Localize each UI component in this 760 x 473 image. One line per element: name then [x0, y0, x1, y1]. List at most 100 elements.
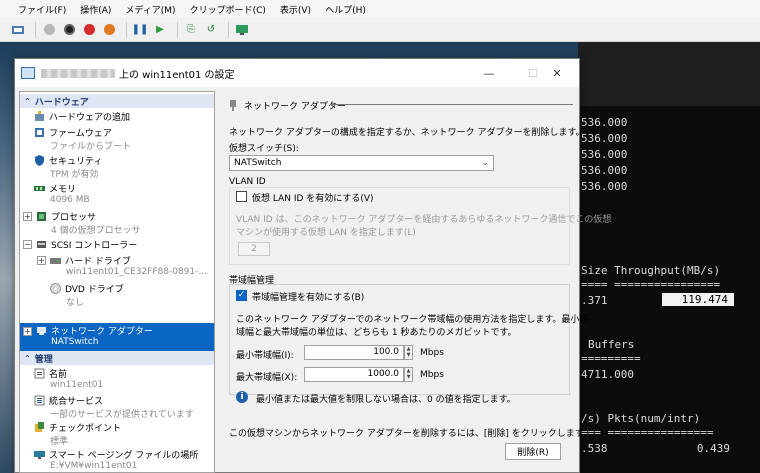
tree-item-subtext: 4 個の仮想プロセッサ — [51, 226, 141, 236]
tree-item-label: SCSI コントローラー — [51, 241, 138, 251]
tree-section-management[interactable]: ⌃ 管理 — [20, 351, 214, 365]
tree-item-subtext: win11ent01 — [50, 380, 104, 390]
min-bandwidth-spinner[interactable]: ▲ ▼ — [404, 345, 413, 360]
toolbar-separator — [35, 21, 36, 38]
terminal-line: .538 — [581, 442, 608, 455]
terminal-line: 536.000 — [581, 164, 628, 177]
tree-item-subtext: NATSwitch — [51, 337, 99, 347]
terminal-window: 536.000 536.000 536.000 536.000 536.000 … — [578, 42, 760, 473]
save-state-icon[interactable] — [101, 22, 117, 38]
turn-off-icon[interactable] — [61, 22, 77, 38]
checkpoint-toolbar-icon[interactable]: ⎘ — [183, 22, 199, 38]
vlan-checkbox[interactable] — [236, 191, 247, 202]
ctrl-alt-del-icon[interactable] — [10, 22, 26, 38]
tree-item-subtext: なし — [66, 298, 85, 308]
settings-tree[interactable]: ⌃ ハードウェア ハードウェアの追加 ファームウェア ファイルからブート セキュリ… — [19, 91, 215, 473]
bandwidth-checkbox-label[interactable]: 帯域幅管理を有効にする(B) — [252, 290, 364, 303]
terminal-line: 536.000 — [581, 180, 628, 193]
tree-item-network-adapter[interactable]: ネットワーク アダプター — [36, 324, 153, 337]
terminal-line: Buffers — [588, 338, 635, 351]
tree-item-integration[interactable]: 統合サービス — [34, 394, 103, 407]
terminal-line: ========= — [581, 352, 641, 365]
tree-item-firmware[interactable]: ファームウェア — [34, 126, 112, 139]
tree-item-memory[interactable]: メモリ — [34, 182, 76, 195]
tree-item-label: スマート ページング ファイルの場所 — [49, 451, 199, 461]
menu-clipboard[interactable]: クリップボード(C) — [190, 3, 266, 16]
tree-item-label: ハード ドライブ — [65, 257, 131, 267]
terminal-line: 536.000 — [581, 132, 628, 145]
menu-help[interactable]: ヘルプ(H) — [325, 3, 366, 16]
vlan-id-input[interactable]: 2 — [238, 242, 270, 256]
tree-item-label: ハードウェアの追加 — [49, 113, 131, 123]
pause-icon[interactable]: ❚❚ — [132, 22, 149, 38]
tree-item-add-hardware[interactable]: ハードウェアの追加 — [34, 110, 130, 123]
scsi-icon — [37, 241, 46, 248]
tree-item-processor[interactable]: プロセッサ — [36, 210, 96, 223]
tree-item-subtext: TPM が有効 — [50, 170, 99, 180]
vlan-checkbox-label[interactable]: 仮想 LAN ID を有効にする(V) — [252, 191, 374, 204]
panel-title-rule — [330, 104, 573, 105]
tree-item-smart-paging[interactable]: スマート ページング ファイルの場所 — [34, 448, 198, 461]
menu-file[interactable]: ファイル(F) — [18, 3, 66, 16]
tree-item-subtext: 一部のサービスが提供されています — [50, 410, 194, 420]
section-label: 管理 — [34, 354, 53, 365]
terminal-line: ==== ================ — [581, 278, 721, 291]
tree-item-label: ファームウェア — [49, 129, 112, 139]
name-icon — [34, 368, 45, 379]
tree-section-hardware[interactable]: ⌃ ハードウェア — [20, 94, 214, 108]
menu-view[interactable]: 表示(V) — [280, 3, 311, 16]
menu-media[interactable]: メディア(M) — [125, 3, 175, 16]
tree-item-label: 統合サービス — [49, 397, 104, 407]
toolbar-separator — [126, 21, 127, 38]
panel-header: ネットワーク アダプター — [228, 99, 346, 112]
shutdown-icon[interactable] — [81, 22, 97, 38]
collapse-toggle[interactable]: − — [23, 240, 32, 249]
tree-item-hard-drive[interactable]: ハード ドライブ — [50, 254, 131, 267]
dialog-titlebar[interactable]: 上の win11ent01 の設定 — ☐ ✕ — [15, 59, 579, 87]
network-adapter-panel: ネットワーク アダプター ネットワーク アダプターの構成を指定するか、ネットワー… — [218, 91, 611, 473]
memory-icon — [34, 186, 45, 191]
revert-icon[interactable]: ↺ — [203, 22, 219, 38]
menu-action[interactable]: 操作(A) — [80, 3, 111, 16]
enhanced-session-icon[interactable] — [234, 22, 250, 38]
terminal-line: .371 — [581, 294, 608, 307]
remove-description: この仮想マシンからネットワーク アダプターを削除するには、[削除] をクリックし… — [229, 429, 592, 439]
max-bandwidth-unit: Mbps — [420, 370, 444, 380]
tree-item-security[interactable]: セキュリティ — [34, 154, 102, 167]
expand-toggle[interactable]: + — [23, 327, 32, 336]
info-icon: i — [236, 391, 248, 403]
host-toolbar: ❚❚ ▶ ⎘ ↺ — [0, 18, 760, 42]
tree-item-checkpoint[interactable]: チェックポイント — [34, 421, 121, 434]
chevron-down-icon: ⌄ — [481, 158, 489, 168]
resume-icon[interactable]: ▶ — [152, 22, 168, 38]
panel-description: ネットワーク アダプターの構成を指定するか、ネットワーク アダプターを削除します… — [229, 128, 585, 138]
terminal-line: === ================ — [581, 426, 714, 439]
bandwidth-description-line: このネットワーク アダプターでのネットワーク帯域幅の使用方法を指定します。最小帯 — [236, 315, 589, 325]
tree-item-subtext: 標準 — [50, 437, 69, 447]
minimize-button[interactable]: — — [467, 59, 511, 87]
firmware-icon — [35, 128, 44, 137]
expand-toggle[interactable]: + — [23, 212, 32, 221]
close-button[interactable]: ✕ — [535, 59, 579, 87]
bandwidth-checkbox[interactable]: ✓ — [236, 290, 247, 301]
tree-item-label: DVD ドライブ — [65, 285, 124, 295]
tree-item-name[interactable]: 名前 — [34, 367, 67, 380]
chevron-up-icon: ⌃ — [24, 96, 31, 106]
remove-button[interactable]: 削除(R) — [505, 443, 561, 460]
expand-toggle[interactable]: + — [37, 256, 46, 265]
tree-item-label: チェックポイント — [49, 424, 122, 434]
network-adapter-icon — [37, 327, 46, 335]
max-bandwidth-spinner[interactable]: ▲ ▼ — [404, 367, 413, 382]
min-bandwidth-input[interactable]: 100.0 — [304, 345, 404, 360]
vlan-group-label: VLAN ID — [229, 177, 266, 187]
max-bandwidth-label: 最大帯域幅(X): — [236, 373, 298, 383]
bandwidth-description-line: 域幅と最大帯域幅の単位は、どちらも 1 秒あたりのメガビットです。 — [236, 328, 517, 338]
virtual-switch-select[interactable]: NATSwitch ⌄ — [229, 155, 494, 171]
terminal-line: 536.000 — [581, 116, 628, 129]
vlan-description-line: VLAN ID は、このネットワーク アダプターを経由するあらゆるネットワーク通… — [236, 215, 612, 225]
tree-item-scsi[interactable]: SCSI コントローラー — [36, 238, 137, 251]
start-icon[interactable] — [41, 22, 57, 38]
tree-item-dvd[interactable]: DVD ドライブ — [50, 282, 124, 295]
chevron-up-icon: ⌃ — [24, 353, 31, 363]
max-bandwidth-input[interactable]: 1000.0 — [304, 367, 404, 382]
